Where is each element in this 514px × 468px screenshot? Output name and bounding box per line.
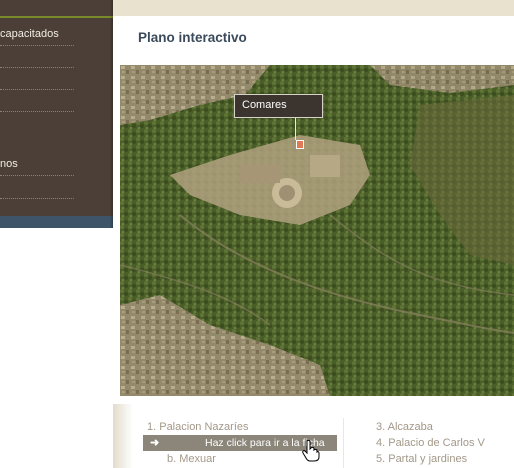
list-divider <box>343 418 344 468</box>
list-item-mexuar[interactable]: b. Mexuar <box>167 453 216 465</box>
list-item-alcazaba[interactable]: 3. Alcazaba <box>376 421 433 433</box>
sidebar-item-4[interactable] <box>0 90 74 112</box>
sidebar-item-1[interactable]: capacitados <box>0 24 74 46</box>
tooltip-label: Comares <box>242 99 287 111</box>
sidebar: capacitados nos <box>0 0 113 228</box>
tooltip-pointer-line <box>295 118 296 140</box>
list-shade <box>113 404 133 468</box>
hand-cursor-icon <box>302 440 320 462</box>
sidebar-item-3[interactable] <box>0 68 74 90</box>
arrow-right-icon: ➜ <box>150 437 160 449</box>
map-tooltip: Comares <box>234 94 323 118</box>
sidebar-accent-line <box>0 16 113 18</box>
map-location-marker[interactable] <box>296 140 304 149</box>
sidebar-item-2[interactable] <box>0 46 74 68</box>
list-item-palacio-carlos-v[interactable]: 4. Palacio de Carlos V <box>376 437 485 449</box>
sidebar-item-5[interactable]: nos <box>0 154 74 176</box>
list-item-palacios-nazaries[interactable]: 1. Palacion Nazaríes <box>147 421 249 433</box>
page-title: Plano interactivo <box>138 30 247 45</box>
list-item-partal-jardines[interactable]: 5. Partal y jardines <box>376 453 467 465</box>
top-band <box>113 0 514 16</box>
sidebar-bottom-bar <box>0 216 113 228</box>
left-blank-area <box>0 228 113 468</box>
sidebar-item-6[interactable] <box>0 177 74 199</box>
